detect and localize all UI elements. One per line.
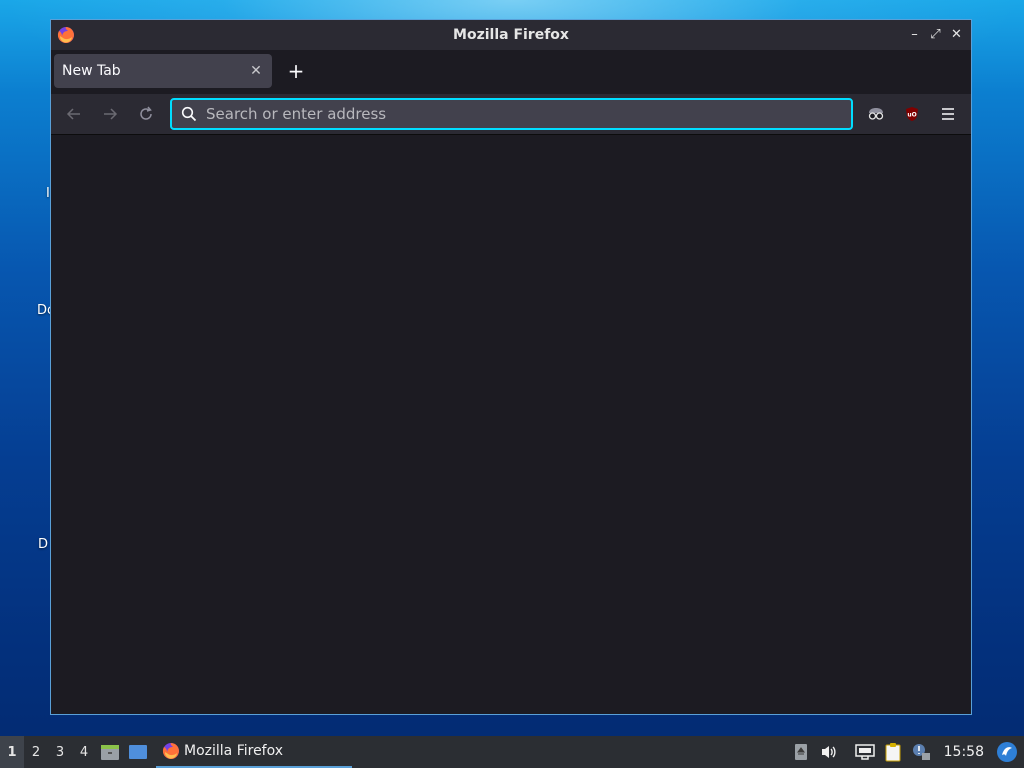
taskbar-firefox-entry[interactable]: Mozilla Firefox [156,736,352,768]
search-icon [174,100,204,128]
reload-icon [140,106,152,120]
window-titlebar[interactable]: Mozilla Firefox – ⤢ ✕ [51,20,971,50]
workspace-2[interactable]: 2 [24,736,48,768]
clock[interactable]: 15:58 [944,744,984,760]
tab-label: New Tab [62,63,121,79]
taskbar: 1 2 3 4 Mozilla Firefox 15:58 [0,736,1024,768]
navigation-toolbar: uO [51,94,971,135]
desktop-icon-label[interactable]: D [38,537,48,552]
archive-icon [101,745,119,760]
tab-close-icon[interactable]: ✕ [248,63,264,79]
system-menu-icon[interactable] [994,736,1020,768]
firefox-logo-icon [57,26,75,44]
arrow-right-icon [104,108,118,120]
ublock-origin-icon[interactable]: uO [899,101,925,127]
workspace-4[interactable]: 4 [72,736,96,768]
notification-icon[interactable] [908,736,934,768]
file-manager-launcher[interactable] [96,736,124,768]
toolbar-extensions: uO [863,101,961,127]
eject-icon[interactable] [788,736,814,768]
private-browsing-mask-icon[interactable] [863,101,889,127]
svg-text:uO: uO [907,112,916,119]
page-content[interactable] [51,135,971,714]
close-button[interactable]: ✕ [948,26,965,43]
arrow-left-icon [66,108,80,120]
window-controls: – ⤢ ✕ [906,26,965,43]
address-bar[interactable] [170,98,853,130]
network-icon[interactable] [852,736,878,768]
clipboard-icon[interactable] [880,736,906,768]
new-tab-button[interactable]: + [283,58,309,84]
firefox-logo-icon [162,743,179,759]
tab-new-tab[interactable]: New Tab ✕ [54,54,272,88]
workspace-3[interactable]: 3 [48,736,72,768]
reload-button[interactable] [133,101,159,127]
firefox-window: Mozilla Firefox – ⤢ ✕ New Tab ✕ + Search… [50,19,972,715]
window-title: Mozilla Firefox [453,27,569,43]
desktop-icon [129,745,147,759]
system-tray: 15:58 [786,736,1024,768]
task-label: Mozilla Firefox [184,743,284,759]
workspace-1[interactable]: 1 [0,736,24,768]
url-input[interactable] [204,100,851,128]
show-desktop-launcher[interactable] [124,736,152,768]
forward-button[interactable] [97,101,123,127]
tab-strip: New Tab ✕ + [51,50,971,94]
minimize-button[interactable]: – [906,26,923,43]
hamburger-menu-icon[interactable] [935,101,961,127]
volume-icon[interactable] [816,736,842,768]
maximize-button[interactable]: ⤢ [927,26,944,43]
back-button[interactable] [61,101,87,127]
